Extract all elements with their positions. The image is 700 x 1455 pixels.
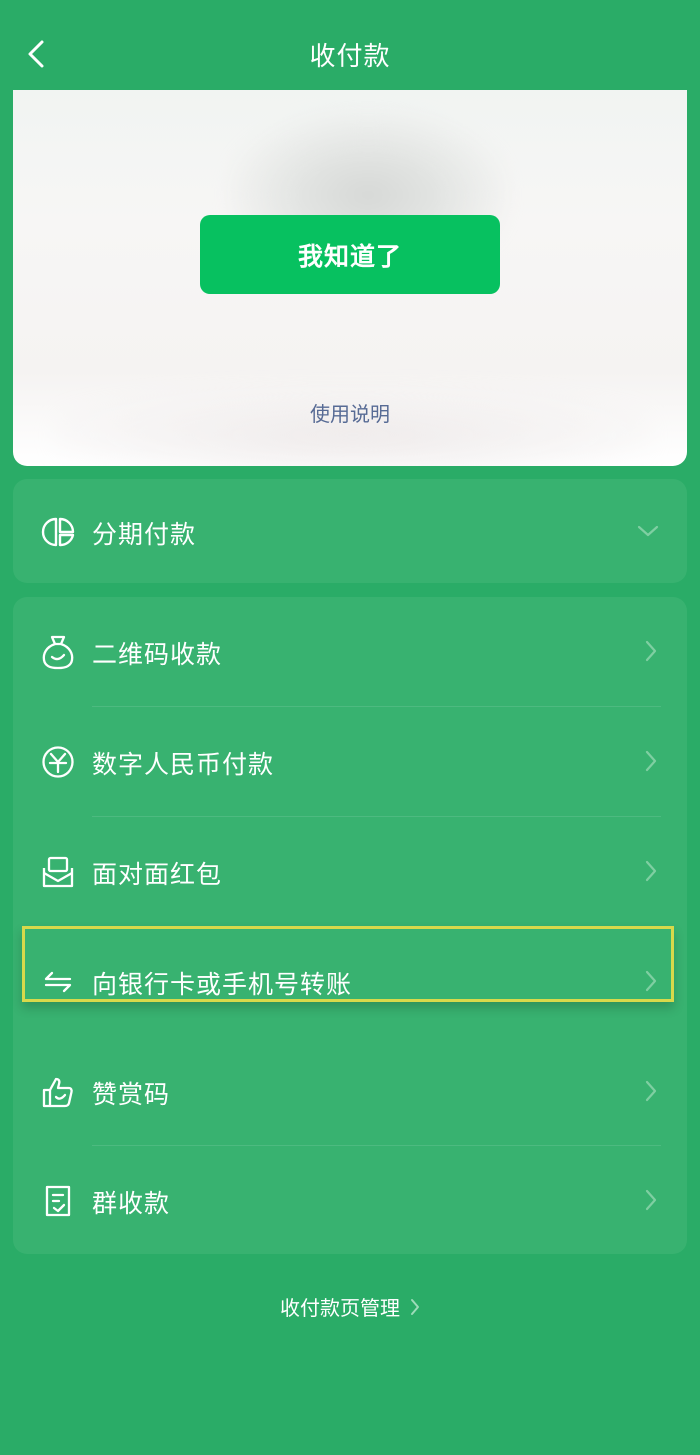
transfer-arrows-icon <box>39 963 77 1001</box>
menu-item-appreciation-code[interactable]: 赞赏码 <box>13 1037 687 1145</box>
chevron-right-icon <box>641 1077 661 1105</box>
page-title: 收付款 <box>309 42 391 72</box>
thumbs-up-icon <box>39 1073 77 1111</box>
money-bag-icon <box>39 633 77 671</box>
chevron-right-icon <box>641 967 661 995</box>
notice-card: 我知道了 使用说明 <box>13 90 687 466</box>
chevron-right-icon <box>641 637 661 665</box>
chevron-right-icon <box>641 747 661 775</box>
acknowledge-button[interactable]: 我知道了 <box>200 215 500 294</box>
chevron-right-icon <box>410 1298 420 1316</box>
payment-page-management-link[interactable]: 收付款页管理 <box>0 1292 700 1321</box>
installment-card: 分期付款 <box>13 479 687 583</box>
payment-menu-card: 二维码收款 数字人民币付款 面对面红包 向银行卡或手机号转账 赞赏码 群收款 <box>13 597 687 1254</box>
installment-label: 分期付款 <box>92 520 197 549</box>
group-receipt-icon <box>39 1182 77 1220</box>
menu-item-label: 二维码收款 <box>92 640 223 669</box>
menu-item-label: 向银行卡或手机号转账 <box>92 970 353 999</box>
footer-link-label: 收付款页管理 <box>280 1296 400 1320</box>
menu-item-bank-transfer[interactable]: 向银行卡或手机号转账 <box>13 927 687 1035</box>
chevron-right-icon <box>641 1186 661 1214</box>
menu-item-label: 赞赏码 <box>92 1080 171 1109</box>
menu-item-label: 面对面红包 <box>92 860 223 889</box>
chevron-down-icon <box>635 517 661 545</box>
menu-item-face-to-face-red-packet[interactable]: 面对面红包 <box>13 817 687 925</box>
menu-item-label: 数字人民币付款 <box>92 750 275 779</box>
pie-chart-icon <box>39 513 77 551</box>
chevron-right-icon <box>641 857 661 885</box>
installment-row[interactable]: 分期付款 <box>13 479 687 583</box>
digital-yuan-icon <box>39 743 77 781</box>
red-packet-icon <box>39 853 77 891</box>
usage-instructions-link[interactable]: 使用说明 <box>13 398 687 427</box>
menu-item-qr-collect[interactable]: 二维码收款 <box>13 597 687 705</box>
menu-item-digital-rmb[interactable]: 数字人民币付款 <box>13 707 687 815</box>
menu-item-group-collect[interactable]: 群收款 <box>13 1146 687 1254</box>
top-bar: 收付款 <box>0 0 700 100</box>
menu-item-label: 群收款 <box>92 1189 171 1218</box>
